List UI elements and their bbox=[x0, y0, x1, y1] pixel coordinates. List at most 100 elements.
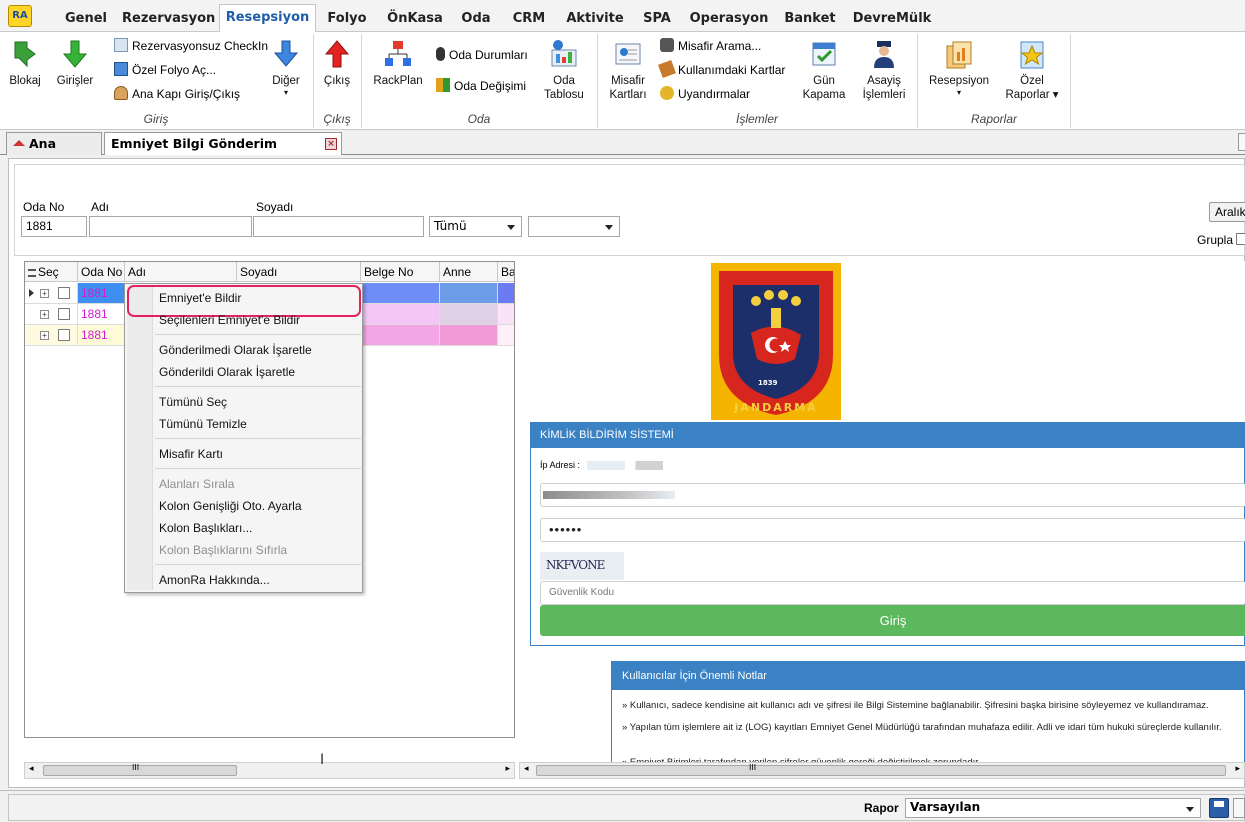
more-button[interactable] bbox=[1233, 798, 1245, 818]
anne-cell bbox=[440, 283, 498, 304]
rackplan-button[interactable]: RackPlan bbox=[368, 38, 428, 88]
menu-item-alanlari-sirala: Alanları Sırala bbox=[159, 477, 235, 491]
ozel-raporlar-button[interactable]: Özel Raporlar ▾ bbox=[1000, 38, 1064, 102]
blokaj-button[interactable]: Blokaj bbox=[4, 38, 46, 88]
kimlik-bildirim-panel: KİMLİK BİLDİRİM SİSTEMİ İp Adresi : ••••… bbox=[530, 422, 1245, 646]
grid-horizontal-scrollbar[interactable]: ◂ III ▸ bbox=[24, 762, 515, 779]
diger-button[interactable]: Diğer ▾ bbox=[266, 38, 306, 98]
rapor-select[interactable]: Varsayılan bbox=[905, 798, 1201, 818]
menu-item-tumunu-temizle[interactable]: Tümünü Temizle bbox=[159, 414, 247, 434]
status-select[interactable]: Tümü bbox=[429, 216, 522, 237]
row-checkbox[interactable] bbox=[58, 308, 70, 320]
scroll-left-icon[interactable]: ◂ bbox=[29, 764, 34, 774]
tab-crm[interactable]: CRM bbox=[507, 6, 551, 32]
password-input[interactable]: •••••• bbox=[540, 518, 1245, 542]
app-logo[interactable]: RA bbox=[8, 5, 32, 27]
ip-address-label: İp Adresi : bbox=[540, 460, 581, 470]
oda-durumlari-button[interactable]: Oda Durumları bbox=[436, 46, 528, 64]
misafir-arama-button[interactable]: Misafir Arama... bbox=[660, 37, 761, 55]
row-checkbox[interactable] bbox=[58, 287, 70, 299]
column-header-oda-no[interactable]: Oda No bbox=[78, 262, 125, 282]
oda-no-cell: 1881 bbox=[78, 304, 125, 325]
aralik-button[interactable]: Aralık bbox=[1209, 202, 1245, 222]
row-selector[interactable]: + bbox=[25, 325, 78, 346]
column-header-belge-no[interactable]: Belge No bbox=[361, 262, 440, 282]
oda-no-label: Oda No bbox=[23, 200, 65, 214]
expand-icon[interactable]: + bbox=[40, 331, 49, 340]
row-selector[interactable]: + bbox=[25, 283, 78, 304]
tab-spa[interactable]: SPA bbox=[638, 6, 676, 32]
expand-icon[interactable]: + bbox=[40, 310, 49, 319]
column-header-baba[interactable]: Ba bbox=[498, 262, 514, 282]
group-label-islemler: İşlemler bbox=[735, 112, 778, 126]
anne-cell bbox=[440, 325, 498, 346]
folio-icon bbox=[114, 62, 128, 76]
username-input[interactable] bbox=[540, 483, 1245, 507]
grupla-checkbox[interactable] bbox=[1236, 233, 1245, 245]
soyadi-input[interactable] bbox=[253, 216, 424, 237]
menu-item-gonderildi[interactable]: Gönderildi Olarak İşaretle bbox=[159, 362, 295, 382]
tab-operasyon[interactable]: Operasyon bbox=[689, 6, 769, 32]
tab-emniyet-bilgi[interactable]: Emniyet Bilgi Gönderim Detayları × bbox=[104, 132, 342, 173]
tab-devremulk[interactable]: DevreMülk bbox=[852, 6, 932, 32]
menu-item-amonra-hakkinda[interactable]: AmonRa Hakkında... bbox=[159, 570, 270, 590]
menu-item-tumunu-sec[interactable]: Tümünü Seç bbox=[159, 392, 227, 412]
oda-no-input[interactable]: 1881 bbox=[21, 216, 87, 237]
adi-input[interactable] bbox=[89, 216, 252, 237]
scroll-left-icon[interactable]: ◂ bbox=[524, 764, 529, 774]
asayis-islemleri-button[interactable]: Asayiş İşlemleri bbox=[856, 38, 912, 102]
ozel-folyo-ac-button[interactable]: Özel Folyo Aç... bbox=[114, 61, 216, 79]
oda-tablosu-button[interactable]: Oda Tablosu bbox=[538, 38, 590, 102]
tab-oda[interactable]: Oda bbox=[456, 6, 496, 32]
scroll-thumb[interactable]: III bbox=[43, 763, 237, 776]
column-menu-icon[interactable] bbox=[28, 269, 36, 277]
resepsiyon-rapor-button[interactable]: Resepsiyon ▾ bbox=[924, 38, 994, 98]
kullanimdaki-kartlar-button[interactable]: Kullanımdaki Kartlar bbox=[658, 60, 785, 79]
column-header-anne[interactable]: Anne bbox=[440, 262, 498, 282]
soyadi-label: Soyadı bbox=[256, 200, 294, 214]
oda-no-cell: 1881 bbox=[78, 283, 125, 304]
security-code-input[interactable]: Güvenlik Kodu bbox=[540, 581, 1245, 605]
menu-item-kolon-basliklari[interactable]: Kolon Başlıkları... bbox=[159, 518, 252, 538]
secondary-select[interactable] bbox=[528, 216, 620, 237]
tab-genel[interactable]: Genel bbox=[60, 6, 112, 32]
login-button[interactable]: Giriş bbox=[540, 605, 1245, 636]
baba-cell bbox=[498, 325, 514, 346]
close-tab-icon[interactable]: × bbox=[325, 138, 337, 150]
tab-resepsiyon[interactable]: Resepsiyon bbox=[219, 4, 316, 33]
menu-item-gonderilmedi[interactable]: Gönderilmedi Olarak İşaretle bbox=[159, 340, 312, 360]
tab-aktivite[interactable]: Aktivite bbox=[563, 6, 627, 32]
ana-kapi-giris-cikis-button[interactable]: Ana Kapı Giriş/Çıkış bbox=[114, 85, 240, 103]
gun-kapama-button[interactable]: Gün Kapama bbox=[798, 38, 850, 102]
group-label-giris: Giriş bbox=[143, 112, 169, 126]
tab-onkasa[interactable]: ÖnKasa bbox=[384, 6, 446, 32]
column-header-sec[interactable]: Seç bbox=[25, 262, 78, 282]
menu-item-misafir-karti[interactable]: Misafir Kartı bbox=[159, 444, 223, 464]
cikis-button[interactable]: Çıkış bbox=[318, 38, 356, 88]
menu-item-secilenleri-bildir[interactable]: Seçilenleri Emniyet'e Bildir bbox=[159, 310, 300, 330]
scroll-thumb[interactable]: III bbox=[536, 763, 1226, 776]
rezervasyonsuz-checkin-button[interactable]: Rezervasyonsuz CheckIn bbox=[114, 37, 268, 55]
expand-icon[interactable]: + bbox=[40, 289, 49, 298]
tab-scroll-button[interactable] bbox=[1238, 133, 1245, 151]
tab-banket[interactable]: Banket bbox=[782, 6, 838, 32]
menu-item-emniyete-bildir[interactable]: Emniyet'e Bildir bbox=[159, 288, 241, 308]
scroll-right-icon[interactable]: ▸ bbox=[1235, 764, 1240, 774]
row-selector[interactable]: + bbox=[25, 304, 78, 325]
tab-folyo[interactable]: Folyo bbox=[322, 6, 372, 32]
tab-rezervasyon[interactable]: Rezervasyon bbox=[122, 6, 215, 32]
browser-horizontal-scrollbar[interactable]: ◂ III ▸ bbox=[519, 762, 1245, 779]
tab-ana-ekran[interactable]: Ana Ekran bbox=[6, 132, 102, 173]
arrow-up-red-icon bbox=[321, 38, 353, 70]
binoculars-icon bbox=[660, 38, 674, 52]
uyandirmalar-button[interactable]: Uyandırmalar bbox=[660, 85, 750, 103]
oda-degisimi-button[interactable]: Oda Değişimi bbox=[436, 77, 526, 95]
save-icon[interactable] bbox=[1209, 798, 1229, 818]
row-checkbox[interactable] bbox=[58, 329, 70, 341]
menu-item-kolon-genisligi[interactable]: Kolon Genişliği Oto. Ayarla bbox=[159, 496, 302, 516]
column-header-soyadi[interactable]: Soyadı bbox=[237, 262, 361, 282]
column-header-adi[interactable]: Adı bbox=[125, 262, 237, 282]
girisler-button[interactable]: Girişler bbox=[52, 38, 98, 88]
scroll-right-icon[interactable]: ▸ bbox=[505, 764, 510, 774]
misafir-kartlari-button[interactable]: Misafir Kartları bbox=[602, 38, 654, 102]
